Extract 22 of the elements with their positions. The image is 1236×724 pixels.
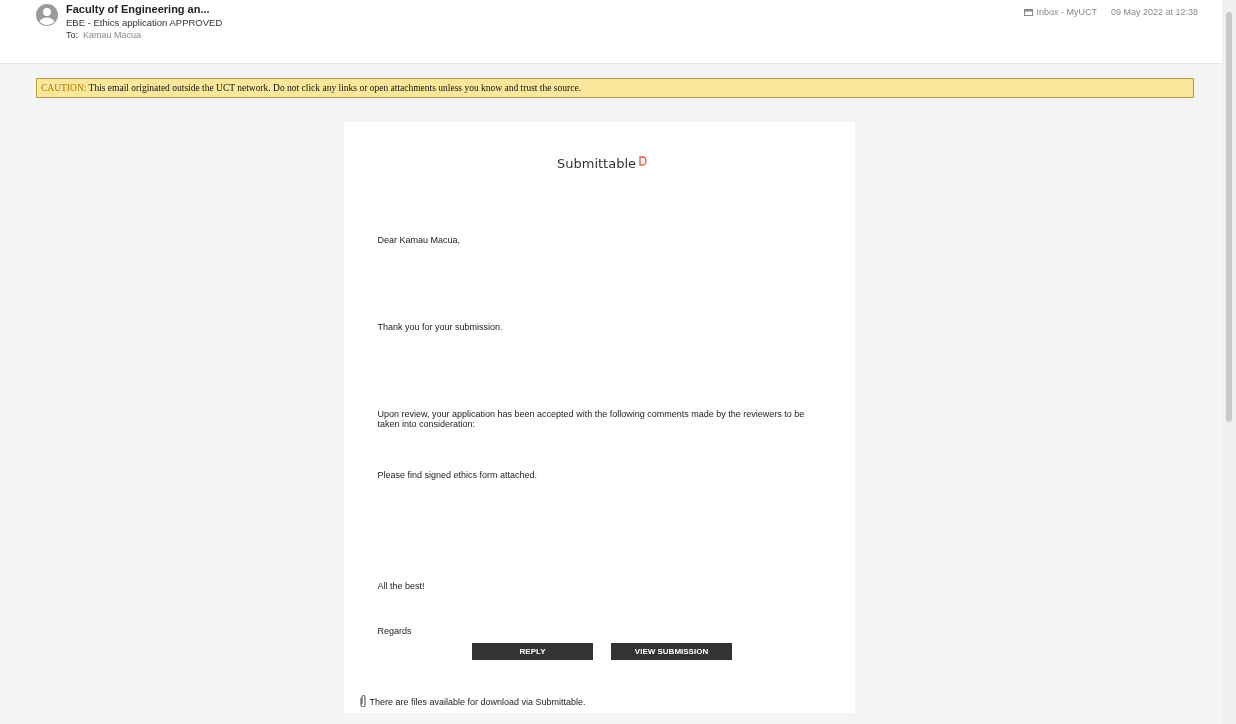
sender-name: Faculty of Engineering an... — [66, 3, 211, 15]
email-date: 09 May 2022 at 12:38 — [1110, 7, 1198, 17]
scrollbar-thumb[interactable] — [1226, 12, 1232, 422]
avatar-icon — [36, 4, 58, 26]
brand-logo: Submittable — [556, 156, 636, 171]
email-action-button[interactable]: REPLY — [472, 642, 593, 660]
email-paragraph: Dear Kamau Macua, — [377, 235, 462, 246]
caution-banner: CAUTION: This email originated outside the UCT network. Do not click any links or open attachments unless you know and trust the source. — [36, 78, 1194, 98]
mailbox-icon — [1024, 8, 1034, 16]
email-action-button[interactable]: VIEW SUBMISSION — [611, 642, 732, 660]
email-paragraph: Thank you for your submission. — [377, 321, 504, 333]
mailbox-name: Inbox - MyUCT — [1036, 7, 1097, 17]
email-paragraph: All the best! — [377, 581, 426, 592]
paperclip-icon — [359, 693, 366, 707]
email-paragraph: Please find signed ethics form attached. — [377, 470, 539, 481]
logo-mark-icon — [639, 156, 647, 166]
email-subject: EBE - Ethics application APPROVED — [66, 17, 224, 28]
recipient-label: To: — [66, 30, 78, 40]
email-paragraph: Regards — [377, 625, 413, 637]
recipient-name: Kamau Macua — [83, 30, 142, 40]
email-paragraph: Upon review, your application has been accepted with the following comments made by the reviewers to be taken into consideration: — [377, 408, 806, 431]
attachment-note: There are files available for download via Submittable. — [369, 696, 586, 707]
